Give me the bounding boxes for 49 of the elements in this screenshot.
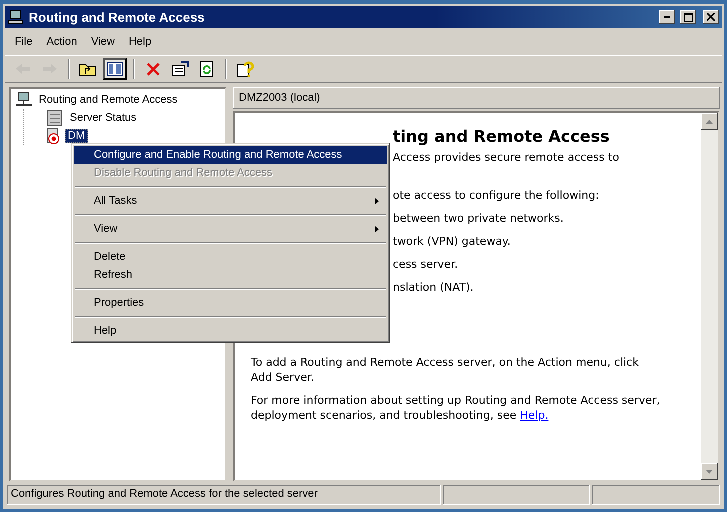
context-menu-item[interactable]: Delete xyxy=(74,248,387,266)
close-button[interactable] xyxy=(703,10,719,24)
paragraph: For more information about setting up Routing and Remote Access server, deployment scenarios, and troubleshooting, see Help. xyxy=(251,393,662,423)
app-network-icon xyxy=(8,10,24,24)
menu-item[interactable]: Action xyxy=(40,34,84,53)
help-link[interactable]: Help. xyxy=(520,409,549,422)
body-text: nslation (NAT). xyxy=(393,280,474,296)
window-title: Routing and Remote Access xyxy=(29,10,206,24)
scroll-down-icon xyxy=(706,470,713,474)
delete-x-icon xyxy=(146,62,160,76)
tree-item[interactable]: DM xyxy=(65,129,88,143)
heading: ting and Remote Access xyxy=(393,127,610,146)
scrollbar[interactable] xyxy=(701,113,718,480)
context-menu-item[interactable]: All Tasks xyxy=(74,192,387,210)
maximize-icon xyxy=(684,12,692,22)
toolbar-button[interactable] xyxy=(103,58,127,80)
minimize-icon xyxy=(664,16,670,18)
minimize-button[interactable] xyxy=(659,10,675,24)
menu-item[interactable]: File xyxy=(9,34,39,53)
status-text: Configures Routing and Remote Access for the selected server xyxy=(7,485,441,505)
properties-icon xyxy=(172,61,188,77)
context-menu-item[interactable]: Help xyxy=(74,322,387,340)
scroll-up-icon xyxy=(706,120,713,124)
server-icon xyxy=(46,110,64,126)
body-text: ote access to configure the following: xyxy=(393,188,600,204)
context-menu-item[interactable]: Refresh xyxy=(74,266,387,284)
menu-item[interactable]: Help xyxy=(122,34,158,53)
maximize-button[interactable] xyxy=(680,10,696,24)
pane-header: DMZ2003 (local) xyxy=(233,87,720,109)
body-text: Access provides secure remote access to xyxy=(393,150,620,166)
help-icon xyxy=(236,60,254,78)
folder-up-icon xyxy=(79,62,97,76)
refresh-icon xyxy=(200,60,214,78)
submenu-arrow-icon xyxy=(375,226,379,232)
paragraph: To add a Routing and Remote Access server, on the Action menu, click Add Server. xyxy=(251,355,640,385)
context-menu-item[interactable]: Properties xyxy=(74,294,387,312)
computer-network-icon xyxy=(15,92,33,108)
context-menu-item[interactable]: Configure and Enable Routing and Remote Access xyxy=(74,146,387,164)
tree-item[interactable]: Routing and Remote Access xyxy=(36,93,181,107)
tree-pane-icon xyxy=(107,62,123,76)
body-text: cess server. xyxy=(393,257,458,273)
server-stopped-icon xyxy=(46,128,62,144)
tree-item[interactable]: Server Status xyxy=(67,111,140,125)
body-text: twork (VPN) gateway. xyxy=(393,234,511,250)
context-menu-item[interactable]: View xyxy=(74,220,387,238)
close-icon xyxy=(707,13,715,21)
body-text: between two private networks. xyxy=(393,211,564,227)
submenu-arrow-icon xyxy=(375,198,379,204)
menu-item[interactable]: View xyxy=(85,34,121,53)
